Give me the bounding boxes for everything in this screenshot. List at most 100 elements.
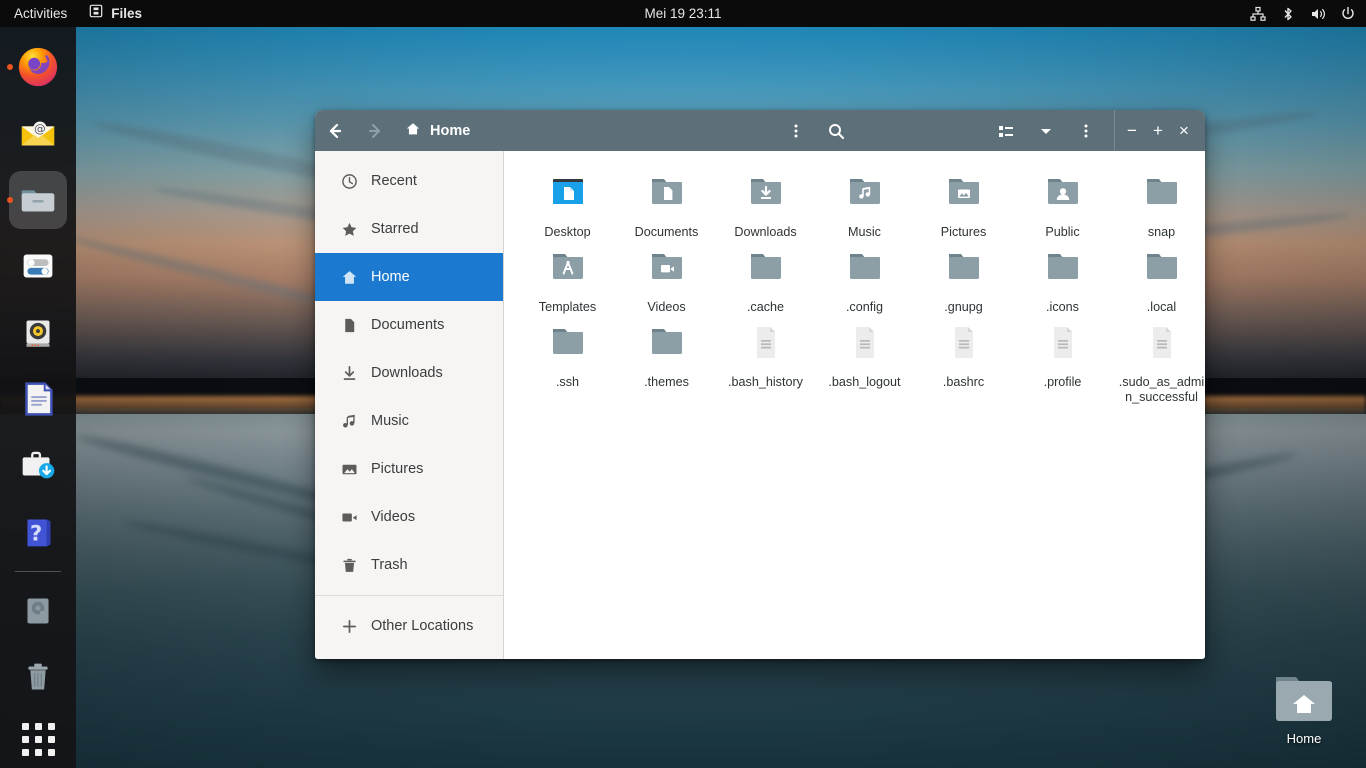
minimize-button[interactable]: − <box>1119 110 1145 151</box>
file-name: Desktop <box>544 225 591 239</box>
system-tray[interactable] <box>1250 6 1356 22</box>
file-name: .icons <box>1046 299 1079 314</box>
clock-button[interactable]: Mei 19 23:11 <box>0 6 1366 21</box>
file-item-public[interactable]: Public <box>1013 165 1112 240</box>
more-vertical-icon <box>794 124 798 137</box>
path-menu-button[interactable] <box>776 110 816 151</box>
file-item-pictures[interactable]: Pictures <box>914 165 1013 240</box>
main-menu-button[interactable] <box>1066 110 1106 151</box>
file-item-config[interactable]: .config <box>815 240 914 315</box>
file-item-icons[interactable]: .icons <box>1013 240 1112 315</box>
file-item-cache[interactable]: .cache <box>716 240 815 315</box>
settings-icon <box>23 254 53 278</box>
gnome-top-bar: Activities Files Mei 19 23:11 <box>0 0 1366 27</box>
app-menu-files[interactable]: Files <box>79 0 152 27</box>
activities-button[interactable]: Activities <box>0 0 79 27</box>
bluetooth-icon <box>1280 6 1296 22</box>
dock: @ ? <box>0 27 76 768</box>
file-name: .cache <box>746 299 785 314</box>
dock-item-ubuntu-software[interactable] <box>4 433 72 497</box>
file-grid: Desktop Documents Downloads Music Pictur… <box>514 165 1204 405</box>
dock-item-files[interactable] <box>4 168 72 232</box>
sidebar-item-label: Music <box>371 413 409 429</box>
file-item-bash-history[interactable]: .bash_history <box>716 315 815 405</box>
sidebar-item-other-locations[interactable]: Other Locations <box>315 602 503 650</box>
dock-item-settings[interactable] <box>4 234 72 298</box>
dock-item-thunderbird[interactable]: @ <box>4 101 72 165</box>
sidebar-item-music[interactable]: Music <box>315 397 503 445</box>
clock-icon <box>341 173 358 190</box>
file-item-music[interactable]: Music <box>815 165 914 240</box>
sidebar-item-starred[interactable]: Starred <box>315 205 503 253</box>
show-applications-button[interactable] <box>4 711 72 768</box>
folder-icon <box>740 246 792 294</box>
dock-item-trash[interactable] <box>4 645 72 709</box>
desktop-icon-label: Home <box>1286 731 1322 746</box>
dock-item-firefox[interactable] <box>4 35 72 99</box>
dock-separator <box>15 570 61 572</box>
software-store-icon <box>22 452 55 479</box>
headerbar-divider <box>1114 110 1115 151</box>
file-name: .gnupg <box>944 299 983 314</box>
trash-icon <box>341 557 358 574</box>
sidebar-item-downloads[interactable]: Downloads <box>315 349 503 397</box>
file-item-downloads[interactable]: Downloads <box>716 165 815 240</box>
file-item-bashrc[interactable]: .bashrc <box>914 315 1013 405</box>
window-headerbar: Home − + × <box>315 110 1205 151</box>
sidebar-item-pictures[interactable]: Pictures <box>315 445 503 493</box>
file-item-sudo-as-admin-successful[interactable]: .sudo_as_admin_successful <box>1112 315 1205 405</box>
file-item-gnupg[interactable]: .gnupg <box>914 240 1013 315</box>
folder-icon <box>938 246 990 294</box>
sidebar-item-home[interactable]: Home <box>315 253 503 301</box>
app-menu-label: Files <box>111 6 143 21</box>
file-item-profile[interactable]: .profile <box>1013 315 1112 405</box>
file-item-documents[interactable]: Documents <box>617 165 716 240</box>
chevron-down-icon <box>1041 128 1051 134</box>
text-file-icon <box>839 321 891 369</box>
file-item-desktop[interactable]: Desktop <box>518 165 617 240</box>
sidebar-item-recent[interactable]: Recent <box>315 157 503 205</box>
breadcrumb[interactable]: Home <box>405 121 470 141</box>
file-name: Videos <box>647 299 686 314</box>
folder-home-icon <box>1276 677 1332 721</box>
file-name: .local <box>1146 299 1177 314</box>
svg-text:?: ? <box>30 520 42 545</box>
power-icon <box>1340 6 1356 22</box>
text-file-icon <box>938 321 990 369</box>
folder-icon <box>1037 246 1089 294</box>
sidebar-item-trash[interactable]: Trash <box>315 541 503 589</box>
breadcrumb-label: Home <box>430 122 471 139</box>
back-button[interactable] <box>315 110 355 151</box>
view-list-button[interactable] <box>986 110 1026 151</box>
files-icon <box>89 0 103 27</box>
dock-item-disk-drive[interactable] <box>4 579 72 643</box>
sidebar-item-documents[interactable]: Documents <box>315 301 503 349</box>
sidebar-item-label: Videos <box>371 509 416 525</box>
file-name: .bash_logout <box>828 374 901 389</box>
view-options-button[interactable] <box>1026 110 1066 151</box>
file-grid-area[interactable]: Desktop Documents Downloads Music Pictur… <box>504 151 1205 659</box>
file-item-local[interactable]: .local <box>1112 240 1205 315</box>
search-button[interactable] <box>816 110 856 151</box>
file-item-templates[interactable]: Templates <box>518 240 617 315</box>
picture-icon <box>341 461 358 478</box>
help-icon: ? <box>27 519 51 546</box>
sidebar-item-label: Trash <box>371 557 408 573</box>
plus-icon <box>341 618 358 635</box>
dock-item-libreoffice-writer[interactable] <box>4 367 72 431</box>
maximize-button[interactable]: + <box>1145 110 1171 151</box>
file-item-snap[interactable]: snap <box>1112 165 1205 240</box>
mail-icon: @ <box>21 121 55 146</box>
dock-item-help[interactable]: ? <box>4 499 72 563</box>
forward-button[interactable] <box>355 110 395 151</box>
file-item-videos[interactable]: Videos <box>617 240 716 315</box>
file-item-themes[interactable]: .themes <box>617 315 716 405</box>
desktop-icon-home[interactable]: Home <box>1256 671 1352 746</box>
close-button[interactable]: × <box>1171 110 1197 151</box>
dock-item-rhythmbox[interactable] <box>4 300 72 364</box>
file-item-bash-logout[interactable]: .bash_logout <box>815 315 914 405</box>
running-indicator-dot <box>7 64 13 71</box>
file-item-ssh[interactable]: .ssh <box>518 315 617 405</box>
sidebar-item-videos[interactable]: Videos <box>315 493 503 541</box>
window-body: Recent Starred Home Documents Downloads … <box>315 151 1205 659</box>
